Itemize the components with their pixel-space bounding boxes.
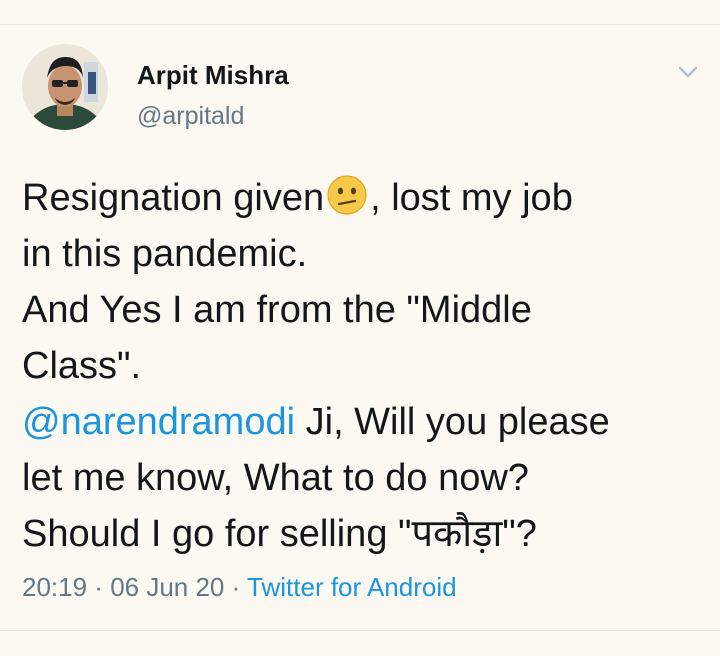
mention-link[interactable]: @narendramodi (22, 401, 295, 443)
meta-separator: · (87, 572, 111, 602)
top-divider (0, 24, 720, 25)
author-handle[interactable]: @arpitald (137, 102, 244, 131)
tweet-line: Resignation given , lost my job (22, 170, 712, 226)
tweet-text-segment: , lost my job (370, 177, 573, 219)
confused-face-emoji-icon (327, 175, 367, 215)
tweet-line: Should I go for selling "पकौड़ा"? (22, 513, 537, 555)
tweet-text-segment: Resignation given (22, 177, 325, 219)
author-name[interactable]: Arpit Mishra (137, 60, 289, 91)
chevron-down-icon[interactable] (676, 62, 700, 82)
tweet-text: Resignation given , lost my job in this … (22, 170, 712, 562)
tweet-line: Class". (22, 345, 142, 387)
avatar-photo (22, 44, 108, 130)
tweet-line: And Yes I am from the "Middle (22, 289, 532, 331)
tweet-line: let me know, What to do now? (22, 457, 529, 499)
tweet-date[interactable]: 06 Jun 20 (110, 572, 224, 602)
meta-separator: · (224, 572, 248, 602)
tweet-source-link[interactable]: Twitter for Android (247, 572, 457, 602)
tweet-line: in this pandemic. (22, 233, 308, 275)
tweet-text-segment: Ji, Will you please (295, 401, 610, 443)
bottom-divider (0, 630, 720, 631)
tweet-meta: 20:19 · 06 Jun 20 · Twitter for Android (22, 572, 457, 603)
avatar[interactable] (22, 44, 108, 130)
tweet-time[interactable]: 20:19 (22, 572, 87, 602)
tweet-line: @narendramodi Ji, Will you please (22, 394, 712, 450)
